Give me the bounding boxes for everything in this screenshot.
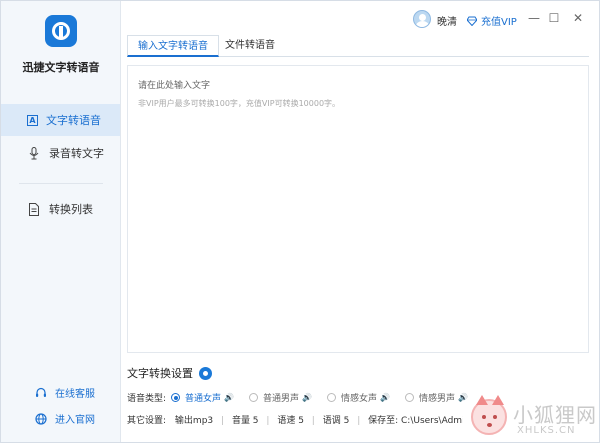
- voice-type-label: 语音类型:: [127, 394, 167, 404]
- sidebar-item-label: 文字转语音: [46, 114, 101, 127]
- sidebar-item-label: 录音转文字: [49, 147, 104, 160]
- voice-option-male-normal[interactable]: 普通男声 🔊: [249, 391, 312, 404]
- sidebar-item-label: 转换列表: [49, 203, 93, 216]
- document-icon: [27, 202, 41, 216]
- text-a-icon: A: [27, 114, 38, 126]
- sidebar-item-convert-list[interactable]: 转换列表: [1, 193, 120, 225]
- voice-option-male-emotional[interactable]: 情感男声 🔊: [405, 391, 468, 404]
- fox-logo-icon: [471, 395, 507, 435]
- editor-hint: 非VIP用户最多可转换100字，充值VIP可转换10000字。: [138, 99, 341, 108]
- headset-icon: [35, 387, 47, 399]
- online-support-label: 在线客服: [55, 389, 95, 400]
- voice-option-female-emotional[interactable]: 情感女声 🔊: [327, 391, 390, 404]
- text-input-area[interactable]: 请在此处输入文字 非VIP用户最多可转换100字，充值VIP可转换10000字。: [127, 65, 589, 353]
- separator: |: [266, 416, 270, 426]
- app-title: 迅捷文字转语音: [22, 61, 100, 74]
- maximize-button[interactable]: ☐: [547, 11, 561, 25]
- other-settings-label: 其它设置:: [127, 416, 167, 426]
- editor-placeholder: 请在此处输入文字: [138, 81, 211, 91]
- globe-icon: [35, 412, 47, 425]
- minimize-button[interactable]: —: [527, 11, 541, 25]
- radio-unchecked-icon: [327, 393, 336, 402]
- voice-option-label: 情感女声: [341, 394, 378, 404]
- watermark-url: XHLKS.CN: [517, 425, 576, 436]
- sidebar-divider: [19, 183, 103, 184]
- microphone-icon: [27, 146, 41, 160]
- vip-recharge-button[interactable]: 充值VIP: [467, 13, 517, 28]
- speaker-icon[interactable]: 🔊: [302, 393, 312, 402]
- other-settings-row: 其它设置: 输出mp3 | 音量 5 | 语速 5 | 语调 5 | 保存至: …: [127, 413, 463, 426]
- username[interactable]: 晚清: [437, 13, 457, 28]
- sidebar-item-text-to-speech[interactable]: A 文字转语音: [1, 104, 120, 136]
- tab-bar: 输入文字转语音 文件转语音: [127, 35, 589, 57]
- speed-setting[interactable]: 语速 5: [277, 413, 304, 426]
- tab-text-to-speech[interactable]: 输入文字转语音: [127, 35, 219, 57]
- diamond-icon: [467, 16, 477, 26]
- app-logo-icon: [45, 15, 77, 47]
- output-format-setting[interactable]: 输出mp3: [175, 413, 213, 426]
- radio-unchecked-icon: [249, 393, 258, 402]
- voice-option-label: 情感男声: [419, 394, 456, 404]
- settings-title: 文字转换设置: [127, 365, 212, 381]
- radio-checked-icon: [171, 393, 180, 402]
- sidebar: 迅捷文字转语音 A 文字转语音 录音转文字 转换列表 在线客服 进入官网: [1, 1, 121, 442]
- volume-setting[interactable]: 音量 5: [232, 413, 259, 426]
- separator: |: [311, 416, 315, 426]
- speaker-icon[interactable]: 🔊: [380, 393, 390, 402]
- app-window: 迅捷文字转语音 A 文字转语音 录音转文字 转换列表 在线客服 进入官网 晚清 …: [0, 0, 600, 443]
- title-bar: 晚清 充值VIP — ☐ ✕: [121, 1, 599, 37]
- watermark-text: 小狐狸网: [513, 403, 597, 427]
- radio-unchecked-icon: [405, 393, 414, 402]
- voice-option-female-normal[interactable]: 普通女声 🔊: [171, 391, 234, 404]
- speaker-icon[interactable]: 🔊: [224, 393, 234, 402]
- online-support-link[interactable]: 在线客服: [35, 385, 95, 400]
- vip-label: 充值VIP: [481, 17, 517, 28]
- site-watermark: 小狐狸网 XHLKS.CN: [465, 393, 599, 443]
- official-site-label: 进入官网: [55, 415, 95, 426]
- separator: |: [221, 416, 225, 426]
- sidebar-item-record-to-text[interactable]: 录音转文字: [1, 137, 120, 169]
- gear-icon[interactable]: [199, 366, 212, 380]
- tab-file-to-speech[interactable]: 文件转语音: [215, 35, 285, 57]
- voice-option-label: 普通女声: [185, 394, 222, 404]
- official-site-link[interactable]: 进入官网: [35, 411, 95, 426]
- pitch-setting[interactable]: 语调 5: [323, 413, 350, 426]
- save-path-setting[interactable]: 保存至: C:\Users\Administrator\De: [368, 413, 463, 426]
- voice-option-label: 普通男声: [263, 394, 300, 404]
- settings-title-label: 文字转换设置: [127, 367, 193, 380]
- separator: |: [357, 416, 361, 426]
- avatar[interactable]: [413, 10, 431, 28]
- close-button[interactable]: ✕: [571, 11, 585, 25]
